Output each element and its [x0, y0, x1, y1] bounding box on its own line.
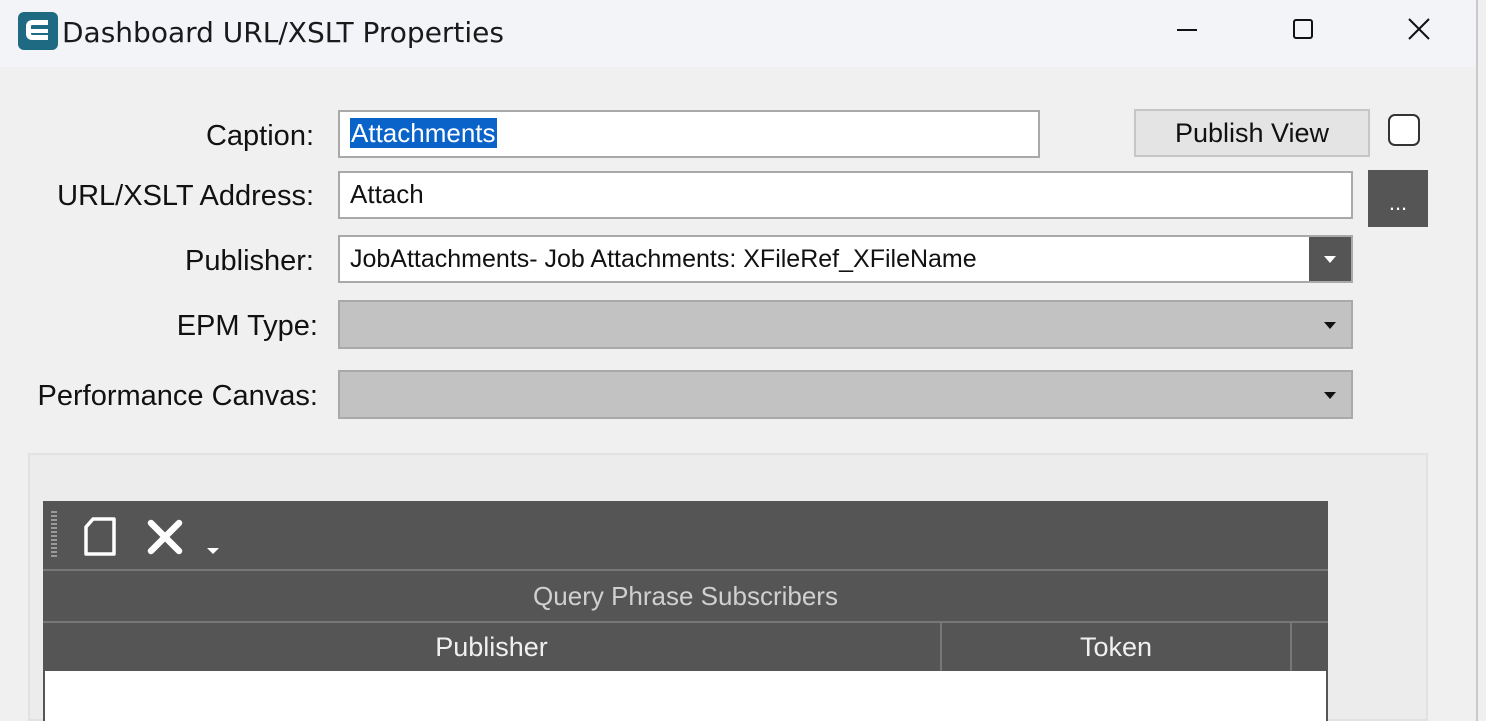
column-header-spacer — [1292, 621, 1328, 671]
dialog-window: Dashboard URL/XSLT Properties Caption: A… — [0, 0, 1478, 721]
grid-toolbar — [43, 501, 1328, 569]
performance-canvas-dropdown-button[interactable] — [1309, 372, 1351, 417]
browse-button[interactable]: ... — [1368, 170, 1428, 227]
performance-canvas-label: Performance Canvas: — [37, 380, 318, 412]
column-header-publisher[interactable]: Publisher — [43, 621, 942, 671]
title-bar: Dashboard URL/XSLT Properties — [0, 0, 1476, 67]
caption-label: Caption: — [205, 120, 314, 152]
new-button[interactable] — [81, 515, 119, 562]
minimize-icon — [1177, 29, 1197, 31]
close-icon — [1408, 18, 1430, 40]
publisher-label: Publisher: — [185, 245, 314, 277]
publish-view-button[interactable]: Publish View — [1134, 109, 1370, 157]
publisher-combo[interactable]: JobAttachments- Job Attachments: XFileRe… — [338, 235, 1353, 283]
url-label: URL/XSLT Address: — [57, 180, 314, 212]
chevron-down-icon — [207, 548, 219, 554]
new-document-icon — [84, 517, 116, 556]
publisher-dropdown-button[interactable] — [1309, 237, 1351, 281]
publish-view-checkbox[interactable] — [1388, 114, 1420, 146]
chevron-down-icon — [1324, 391, 1336, 399]
epicor-e-icon — [18, 12, 58, 50]
caption-input[interactable]: Attachments — [338, 110, 1040, 158]
epm-type-label: EPM Type: — [176, 310, 318, 342]
publisher-value: JobAttachments- Job Attachments: XFileRe… — [350, 245, 977, 273]
maximize-button[interactable] — [1278, 12, 1328, 48]
column-header-token[interactable]: Token — [942, 621, 1292, 671]
url-input[interactable]: Attach — [338, 171, 1353, 219]
caption-value: Attachments — [350, 118, 497, 148]
epm-type-dropdown-button[interactable] — [1309, 302, 1351, 347]
close-button[interactable] — [1394, 12, 1444, 48]
delete-x-icon — [147, 519, 183, 555]
maximize-icon — [1293, 19, 1313, 39]
chevron-down-icon — [1324, 321, 1336, 329]
toolbar-options-dropdown[interactable] — [205, 543, 221, 561]
toolbar-grip-handle[interactable] — [51, 511, 57, 559]
epm-type-combo[interactable] — [338, 300, 1353, 349]
window-title: Dashboard URL/XSLT Properties — [62, 16, 504, 49]
chevron-down-icon — [1324, 256, 1336, 263]
delete-button[interactable] — [145, 517, 185, 562]
performance-canvas-combo[interactable] — [338, 370, 1353, 419]
minimize-button[interactable] — [1162, 12, 1212, 48]
url-value: Attach — [350, 179, 424, 209]
grid-body[interactable] — [43, 671, 1328, 721]
grid-title: Query Phrase Subscribers — [43, 569, 1328, 621]
